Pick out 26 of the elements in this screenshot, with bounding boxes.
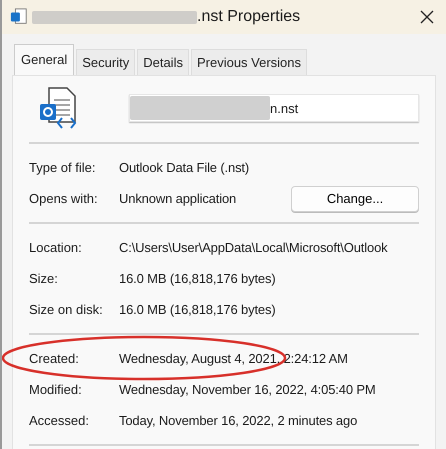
field-value: Unknown application xyxy=(119,191,236,206)
window-title: .nst Properties xyxy=(197,8,302,26)
field-value: Today, November 16, 2022, 2 minutes ago xyxy=(119,413,358,428)
tab[interactable]: Details xyxy=(137,49,189,75)
outlook-file-icon xyxy=(10,8,28,26)
field-label: Created: xyxy=(29,351,80,366)
tab[interactable]: Security xyxy=(76,49,136,75)
field-value: 16.0 MB (16,818,176 bytes) xyxy=(119,271,276,286)
close-icon[interactable] xyxy=(420,10,434,24)
outlook-file-icon xyxy=(39,86,79,130)
field-label: Location: xyxy=(29,240,83,255)
field-label: Type of file: xyxy=(29,160,96,175)
field-value: 16.0 MB (16,818,176 bytes) xyxy=(119,302,276,317)
change-button[interactable]: Change... xyxy=(291,186,419,212)
field-value: Outlook Data File (.nst) xyxy=(119,160,250,175)
field-label: Modified: xyxy=(29,382,83,397)
field-label: Accessed: xyxy=(29,413,90,428)
field-value: Wednesday, November 16, 2022, 4:05:40 PM xyxy=(119,382,376,397)
file-name-field[interactable]: n.nst xyxy=(129,94,419,122)
field-label: Size on disk: xyxy=(29,302,104,317)
field-label: Size: xyxy=(29,271,59,286)
tab[interactable]: Previous Versions xyxy=(190,49,308,75)
field-label: Opens with: xyxy=(29,191,99,206)
field-value: C:\Users\User\AppData\Local\Microsoft\Outlook xyxy=(119,240,388,255)
tab[interactable]: General xyxy=(14,44,74,75)
file-name: n.nst xyxy=(270,100,298,116)
